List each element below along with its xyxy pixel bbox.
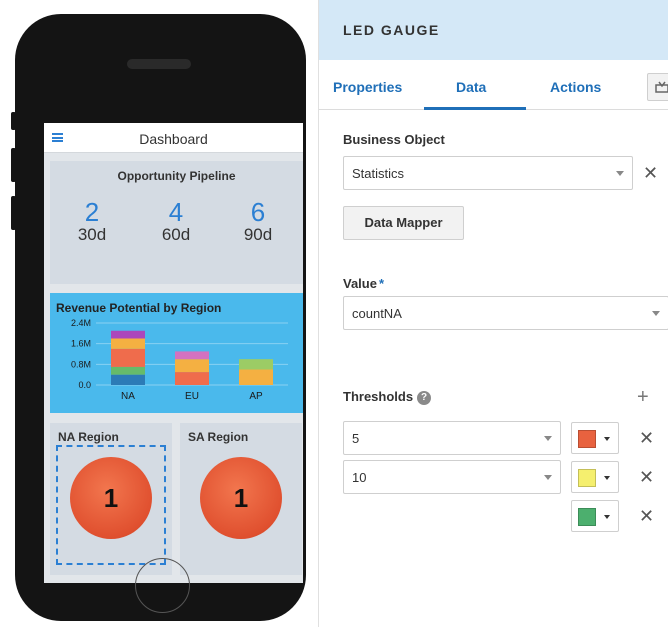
dashboard-title: Dashboard (139, 131, 208, 147)
value-label-text: Value (343, 276, 377, 291)
pipeline-count: 2 (84, 197, 100, 227)
close-icon[interactable]: ✕ (643, 164, 658, 182)
value-select-value: countNA (352, 306, 402, 321)
y-tick-label: 0.0 (78, 380, 91, 390)
tab-data[interactable]: Data (456, 79, 486, 95)
threshold-color-picker[interactable] (571, 500, 619, 532)
color-swatch (578, 508, 596, 526)
y-tick-label: 1.6M (71, 339, 91, 349)
bar-segment (111, 348, 145, 367)
y-tick-label: 0.8M (71, 359, 91, 369)
y-tick-label: 2.4M (71, 318, 91, 328)
chevron-down-icon (604, 437, 610, 441)
x-tick-label: EU (185, 391, 199, 402)
thresholds-label: Thresholds? (343, 389, 432, 405)
phone-frame: Dashboard Opportunity Pipeline 2 30d 4 6… (15, 14, 306, 621)
properties-panel: LED GAUGE Properties Data Actions Busine… (318, 0, 668, 627)
pipeline-item: 2 30d (62, 199, 122, 245)
tab-actions[interactable]: Actions (550, 79, 601, 95)
phone-side-button (11, 148, 16, 182)
thresholds-label-text: Thresholds (343, 389, 414, 404)
close-icon[interactable]: ✕ (639, 507, 654, 525)
chevron-down-icon (544, 475, 552, 480)
bar-segment (111, 366, 145, 375)
chevron-down-icon (544, 436, 552, 441)
value-label: Value * (343, 276, 384, 291)
close-icon[interactable]: ✕ (639, 429, 654, 447)
x-tick-label: NA (121, 391, 135, 402)
phone-speaker (127, 59, 191, 69)
color-swatch (578, 430, 596, 448)
phone-side-button (11, 196, 16, 230)
pipeline-count: 4 (168, 197, 184, 227)
tab-properties[interactable]: Properties (333, 79, 402, 95)
active-tab-indicator (424, 107, 526, 110)
phone-home-button (135, 558, 190, 613)
threshold-value-select[interactable]: 10 (343, 460, 561, 494)
pipeline-title: Opportunity Pipeline (117, 169, 236, 183)
data-mapper-button[interactable]: Data Mapper (343, 206, 464, 240)
pipeline-period: 30d (77, 225, 107, 244)
dashboard-header: Dashboard (44, 123, 303, 153)
add-threshold-plus-icon[interactable]: + (637, 386, 649, 409)
business-object-value: Statistics (352, 166, 405, 181)
panel-tabs: Properties Data Actions (319, 60, 668, 110)
bar-segment (111, 330, 145, 339)
chevron-down-icon (616, 171, 624, 176)
tray-icon[interactable] (647, 73, 668, 101)
phone-side-button (11, 112, 16, 130)
led-gauge[interactable]: 1 (200, 457, 282, 539)
close-icon[interactable]: ✕ (639, 468, 654, 486)
bar-segment (239, 359, 273, 370)
pipeline-count: 6 (250, 197, 266, 227)
led-gauge[interactable]: 1 (70, 457, 152, 539)
bar-segment (239, 369, 273, 385)
phone-screen: Dashboard Opportunity Pipeline 2 30d 4 6… (44, 123, 303, 583)
na-region-card[interactable]: NA Region 1 (50, 423, 172, 575)
x-tick-label: AP (249, 391, 263, 402)
chevron-down-icon (604, 515, 610, 519)
color-swatch (578, 469, 596, 487)
threshold-value: 10 (352, 470, 367, 485)
sa-region-card[interactable]: SA Region 1 (180, 423, 302, 575)
bar-segment (175, 372, 209, 385)
region-title: SA Region (188, 430, 249, 444)
pipeline-item: 4 60d (146, 199, 206, 245)
threshold-value-select[interactable]: 5 (343, 421, 561, 455)
business-object-label: Business Object (343, 132, 445, 147)
region-title: NA Region (58, 430, 119, 444)
threshold-color-picker[interactable] (571, 422, 619, 454)
pipeline-item: 6 90d (228, 199, 288, 245)
chevron-down-icon (652, 311, 660, 316)
pipeline-period: 90d (243, 225, 273, 244)
panel-title: LED GAUGE (319, 0, 668, 60)
chevron-down-icon (604, 476, 610, 480)
help-icon[interactable]: ? (417, 391, 432, 405)
revenue-bar-chart: 0.0 0.8M 1.6M 2.4M NA EU AP (71, 318, 288, 402)
revenue-chart-card[interactable]: Revenue Potential by Region 0.0 0.8M 1.6M 2… (50, 293, 303, 413)
pipeline-period: 60d (161, 225, 191, 244)
required-asterisk: * (378, 276, 385, 291)
bar-segment (175, 359, 209, 373)
business-object-select[interactable]: Statistics (343, 156, 633, 190)
threshold-color-picker[interactable] (571, 461, 619, 493)
bar-segment (111, 374, 145, 385)
bar-segment (175, 351, 209, 360)
value-select[interactable]: countNA (343, 296, 668, 330)
opportunity-pipeline-card[interactable]: Opportunity Pipeline 2 30d 4 60d 6 90d (50, 161, 303, 284)
threshold-value: 5 (352, 431, 360, 446)
bar-segment (111, 338, 145, 349)
